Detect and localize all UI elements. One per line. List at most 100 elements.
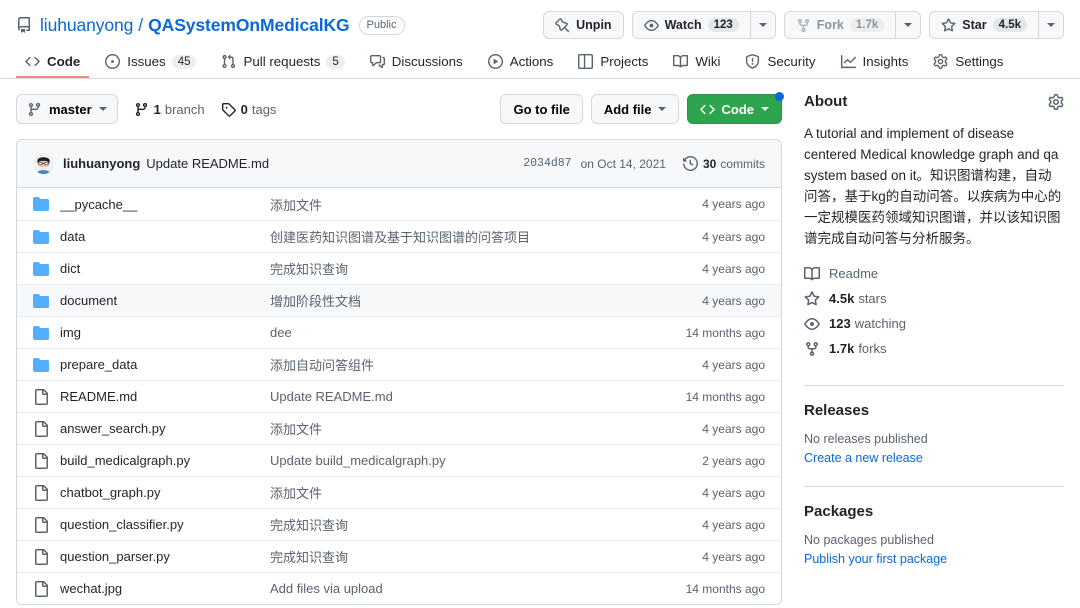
- eye-icon: [804, 316, 820, 332]
- unpin-button[interactable]: Unpin: [543, 11, 624, 39]
- readme-link[interactable]: Readme: [804, 266, 1064, 282]
- fork-dropdown-button[interactable]: [895, 11, 922, 39]
- readme-label: Readme: [829, 266, 879, 282]
- star-button[interactable]: Star 4.5k: [929, 11, 1038, 39]
- commit-history-link[interactable]: 30 commits: [682, 155, 765, 172]
- table-row[interactable]: build_medicalgraph.py Update build_medica…: [17, 444, 781, 476]
- table-row[interactable]: document 增加阶段性文档 4 years ago: [17, 284, 781, 316]
- tab-pull-requests[interactable]: Pull requests 5: [212, 47, 353, 78]
- folder-icon: [33, 357, 49, 373]
- file-commit-message[interactable]: 完成知识查询: [270, 547, 702, 566]
- add-file-button[interactable]: Add file: [590, 94, 679, 124]
- tab-discussions[interactable]: Discussions: [361, 47, 472, 78]
- tab-actions[interactable]: Actions: [479, 47, 563, 78]
- tab-issues[interactable]: Issues 45: [96, 47, 205, 78]
- file-name-link[interactable]: img: [60, 325, 270, 340]
- tag-count-link[interactable]: 0 tags: [221, 102, 276, 117]
- publish-package-link[interactable]: Publish your first package: [804, 552, 947, 566]
- file-name-link[interactable]: chatbot_graph.py: [60, 485, 270, 500]
- watch-button[interactable]: Watch 123: [631, 11, 750, 39]
- branch-selector-button[interactable]: master: [16, 94, 118, 124]
- file-commit-message[interactable]: Add files via upload: [270, 581, 686, 596]
- file-name-link[interactable]: dict: [60, 261, 270, 276]
- file-name-link[interactable]: build_medicalgraph.py: [60, 453, 270, 468]
- file-commit-message[interactable]: 完成知识查询: [270, 259, 702, 278]
- file-commit-age: 4 years ago: [702, 549, 765, 564]
- commit-message-link[interactable]: Update README.md: [146, 156, 269, 171]
- table-row[interactable]: dict 完成知识查询 4 years ago: [17, 252, 781, 284]
- table-row[interactable]: chatbot_graph.py 添加文件 4 years ago: [17, 476, 781, 508]
- file-commit-message[interactable]: dee: [270, 325, 686, 340]
- file-commit-message[interactable]: 完成知识查询: [270, 515, 702, 534]
- file-name-link[interactable]: wechat.jpg: [60, 581, 270, 596]
- table-row[interactable]: wechat.jpg Add files via upload 14 months …: [17, 572, 781, 604]
- tab-wiki[interactable]: Wiki: [664, 47, 729, 78]
- forks-link[interactable]: 1.7k forks: [804, 341, 1064, 357]
- star-dropdown-button[interactable]: [1038, 11, 1064, 39]
- repo-owner-link[interactable]: liuhuanyong: [40, 15, 133, 36]
- commit-author-link[interactable]: liuhuanyong: [63, 156, 140, 171]
- file-name-link[interactable]: question_parser.py: [60, 549, 270, 564]
- file-commit-message[interactable]: 添加自动问答组件: [270, 355, 702, 374]
- table-row[interactable]: prepare_data 添加自动问答组件 4 years ago: [17, 348, 781, 380]
- table-row[interactable]: question_classifier.py 完成知识查询 4 years ago: [17, 508, 781, 540]
- branch-count-link[interactable]: 1 branch: [134, 102, 205, 117]
- page-body: master 1 branch 0 tags Go to file Add fi…: [0, 79, 1080, 605]
- go-to-file-button[interactable]: Go to file: [500, 94, 583, 124]
- book-icon: [804, 266, 821, 282]
- file-icon: [33, 388, 49, 405]
- file-commit-message[interactable]: Update README.md: [270, 389, 686, 404]
- file-commit-message[interactable]: 添加文件: [270, 195, 702, 214]
- eye-icon: [643, 18, 659, 33]
- tab-code[interactable]: Code: [16, 47, 90, 78]
- repo-name-link[interactable]: QASystemOnMedicalKG: [148, 15, 349, 36]
- file-name-link[interactable]: prepare_data: [60, 357, 270, 372]
- watch-dropdown-button[interactable]: [749, 11, 776, 39]
- file-commit-message[interactable]: 添加文件: [270, 419, 702, 438]
- main-column: master 1 branch 0 tags Go to file Add fi…: [16, 92, 784, 605]
- table-icon: [578, 54, 594, 69]
- fork-count: 1.7k: [849, 18, 885, 32]
- tab-security[interactable]: Security: [736, 47, 824, 78]
- watching-link[interactable]: 123 watching: [804, 316, 1064, 332]
- table-row[interactable]: question_parser.py 完成知识查询 4 years ago: [17, 540, 781, 572]
- file-commit-message[interactable]: 创建医药知识图谱及基于知识图谱的问答项目: [270, 227, 702, 246]
- about-description: A tutorial and implement of disease cent…: [804, 126, 1062, 246]
- stars-link[interactable]: 4.5k stars: [804, 290, 1064, 307]
- file-commit-message[interactable]: Update build_medicalgraph.py: [270, 453, 702, 468]
- branch-count-label: branch: [164, 101, 205, 117]
- file-name-link[interactable]: answer_search.py: [60, 421, 270, 436]
- file-commit-message[interactable]: 增加阶段性文档: [270, 291, 702, 310]
- code-download-button[interactable]: Code: [686, 92, 784, 124]
- table-row[interactable]: img dee 14 months ago: [17, 316, 781, 348]
- file-rows: __pycache__ 添加文件 4 years ago data 创建医药知识图谱及基…: [17, 188, 781, 604]
- branch-count-value: 1: [153, 101, 161, 117]
- table-row[interactable]: README.md Update README.md 14 months ago: [17, 380, 781, 412]
- table-row[interactable]: data 创建医药知识图谱及基于知识图谱的问答项目 4 years ago: [17, 220, 781, 252]
- tab-settings[interactable]: Settings: [924, 47, 1012, 78]
- file-name-link[interactable]: data: [60, 229, 270, 244]
- file-name-link[interactable]: __pycache__: [60, 197, 270, 212]
- create-release-link[interactable]: Create a new release: [804, 451, 923, 465]
- table-row[interactable]: __pycache__ 添加文件 4 years ago: [17, 188, 781, 220]
- watching-count: 123: [829, 316, 851, 332]
- git-pull-request-icon: [221, 54, 236, 69]
- table-row[interactable]: answer_search.py 添加文件 4 years ago: [17, 412, 781, 444]
- go-to-file-label: Go to file: [513, 101, 570, 117]
- commit-count-value: 30: [702, 156, 717, 171]
- chevron-down-icon: [758, 23, 767, 27]
- gear-icon[interactable]: [1048, 93, 1064, 110]
- file-name-link[interactable]: README.md: [60, 389, 270, 404]
- file-name-link[interactable]: question_classifier.py: [60, 517, 270, 532]
- commit-sha-link[interactable]: 2034d87: [523, 157, 571, 170]
- fork-button[interactable]: Fork 1.7k: [783, 11, 896, 39]
- tab-projects[interactable]: Projects: [569, 47, 657, 78]
- file-name-link[interactable]: document: [60, 293, 270, 308]
- star-count: 4.5k: [992, 18, 1027, 32]
- tab-insights[interactable]: Insights: [832, 47, 918, 78]
- watching-label: watching: [854, 316, 907, 332]
- chevron-down-icon: [657, 107, 666, 111]
- about-section: About A tutorial and implement of diseas…: [804, 93, 1064, 368]
- file-commit-message[interactable]: 添加文件: [270, 483, 702, 502]
- file-icon: [33, 484, 49, 501]
